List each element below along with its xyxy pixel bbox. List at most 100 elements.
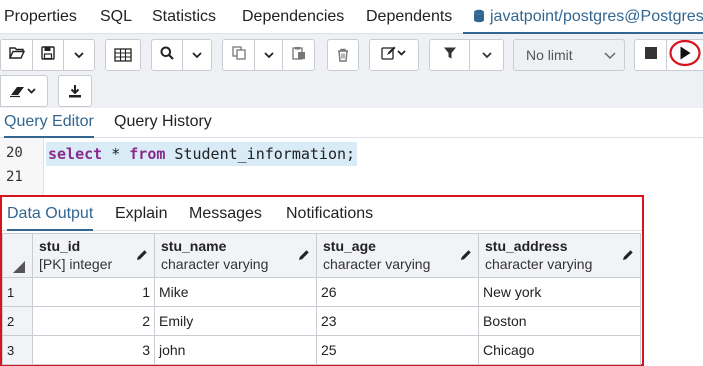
copy-button[interactable] <box>223 40 255 70</box>
row-limit-select[interactable]: No limit <box>513 39 625 71</box>
table-row[interactable]: 1 1 Mike 26 New york <box>2 277 641 307</box>
results-panel: Data Output Explain Messages Notificatio… <box>0 195 644 366</box>
tab-properties[interactable]: Properties <box>4 0 77 34</box>
filter-button-group <box>429 39 504 71</box>
column-header-stu-age[interactable]: stu_age character varying <box>316 233 479 278</box>
tab-statistics[interactable]: Statistics <box>152 0 216 34</box>
results-tab-bar: Data Output Explain Messages Notificatio… <box>2 197 642 231</box>
tab-notifications[interactable]: Notifications <box>286 197 373 231</box>
clear-button[interactable] <box>0 75 48 107</box>
grid-icon <box>114 48 132 62</box>
sql-table-name: Student_information; <box>165 145 356 163</box>
tab-sql[interactable]: SQL <box>100 0 132 34</box>
edit-column-icon <box>622 248 634 264</box>
filter-dropdown-button[interactable] <box>470 40 503 70</box>
save-button[interactable] <box>33 40 64 70</box>
tab-dependencies[interactable]: Dependencies <box>242 0 344 34</box>
row-number[interactable]: 1 <box>2 277 33 307</box>
find-button[interactable] <box>152 40 184 70</box>
table-row[interactable]: 2 2 Emily 23 Boston <box>2 306 641 336</box>
copy-dropdown-button[interactable] <box>255 40 283 70</box>
row-number[interactable]: 2 <box>2 306 33 336</box>
cell-stu-id[interactable]: 1 <box>32 277 155 307</box>
row-number[interactable]: 3 <box>2 335 33 365</box>
search-icon <box>160 46 175 65</box>
tab-query-history[interactable]: Query History <box>114 108 212 138</box>
cell-stu-name[interactable]: Emily <box>154 306 317 336</box>
cell-stu-age[interactable]: 23 <box>316 306 479 336</box>
edit-column-icon <box>136 248 148 264</box>
line-number: 20 <box>6 145 23 161</box>
tab-messages[interactable]: Messages <box>189 197 262 231</box>
panel-tab-bar: Properties SQL Statistics Dependencies D… <box>0 0 703 34</box>
column-name: stu_id <box>39 238 81 254</box>
eraser-icon <box>9 84 39 98</box>
paste-button[interactable] <box>283 40 314 70</box>
cell-stu-address[interactable]: Boston <box>478 306 641 336</box>
table-row[interactable]: 3 3 john 25 Chicago <box>2 335 641 365</box>
corner-triangle-icon <box>13 261 25 273</box>
tab-explain[interactable]: Explain <box>115 197 167 231</box>
cell-stu-age[interactable]: 25 <box>316 335 479 365</box>
cell-stu-id[interactable]: 2 <box>32 306 155 336</box>
sql-keyword: from <box>129 145 166 163</box>
column-type: character varying <box>323 256 431 272</box>
column-header-stu-id[interactable]: stu_id [PK] integer <box>32 233 155 278</box>
tab-dependents[interactable]: Dependents <box>366 0 452 34</box>
column-type: [PK] integer <box>39 256 113 272</box>
search-dropdown-icon <box>192 46 202 64</box>
cell-stu-name[interactable]: john <box>154 335 317 365</box>
select-all-corner[interactable] <box>2 233 33 278</box>
clipboard-button-group <box>222 39 315 71</box>
execution-button-group <box>634 39 703 71</box>
find-button-group <box>151 39 212 71</box>
line-number: 21 <box>6 169 23 185</box>
execute-icon <box>668 39 702 72</box>
edit-button[interactable] <box>370 40 418 70</box>
column-type: character varying <box>485 256 593 272</box>
tab-query-tool[interactable]: javatpoint/postgres@Postgres <box>463 0 703 34</box>
column-name: stu_age <box>323 238 376 254</box>
editor-tab-bar: Query Editor Query History <box>0 108 703 138</box>
column-header-stu-address[interactable]: stu_address character varying <box>478 233 641 278</box>
filter-button[interactable] <box>430 40 470 70</box>
cell-stu-address[interactable]: Chicago <box>478 335 641 365</box>
sql-operator: * <box>102 145 130 163</box>
paste-icon <box>291 46 306 65</box>
tab-query-editor[interactable]: Query Editor <box>4 108 94 138</box>
edit-column-icon <box>298 248 310 264</box>
cell-stu-age[interactable]: 26 <box>316 277 479 307</box>
open-file-icon <box>8 46 25 65</box>
cell-stu-id[interactable]: 3 <box>32 335 155 365</box>
find-dropdown-button[interactable] <box>183 40 211 70</box>
column-header-stu-name[interactable]: stu_name character varying <box>154 233 317 278</box>
tab-data-output[interactable]: Data Output <box>7 197 94 231</box>
save-dropdown-button[interactable] <box>64 40 94 70</box>
open-file-button[interactable] <box>1 40 33 70</box>
database-icon <box>473 2 485 23</box>
download-button[interactable] <box>58 75 92 107</box>
column-type: character varying <box>161 256 269 272</box>
filter-dropdown-icon <box>481 46 492 64</box>
delete-icon <box>337 48 349 62</box>
view-data-button[interactable] <box>105 39 141 71</box>
execute-button[interactable] <box>667 39 703 72</box>
query-toolbar: No limit <box>0 34 703 108</box>
code-line[interactable]: select * from Student_information; <box>46 142 358 166</box>
save-icon <box>41 45 55 65</box>
line-gutter: 20 21 <box>0 138 44 195</box>
sql-editor[interactable]: 20 21 select * from Student_information; <box>0 138 703 195</box>
column-name: stu_address <box>485 238 568 254</box>
row-limit-value: No limit <box>526 47 573 63</box>
data-output-grid: stu_id [PK] integer stu_name character v… <box>2 233 641 365</box>
header-row: stu_id [PK] integer stu_name character v… <box>2 233 641 278</box>
tab-query-tool-label: javatpoint/postgres@Postgres <box>490 8 703 25</box>
download-icon <box>68 84 82 98</box>
cell-stu-address[interactable]: New york <box>478 277 641 307</box>
limit-dropdown-icon <box>604 40 616 70</box>
save-dropdown-icon <box>74 46 84 64</box>
stop-button[interactable] <box>635 40 667 70</box>
cell-stu-name[interactable]: Mike <box>154 277 317 307</box>
file-button-group <box>0 39 95 71</box>
delete-button[interactable] <box>327 39 359 71</box>
